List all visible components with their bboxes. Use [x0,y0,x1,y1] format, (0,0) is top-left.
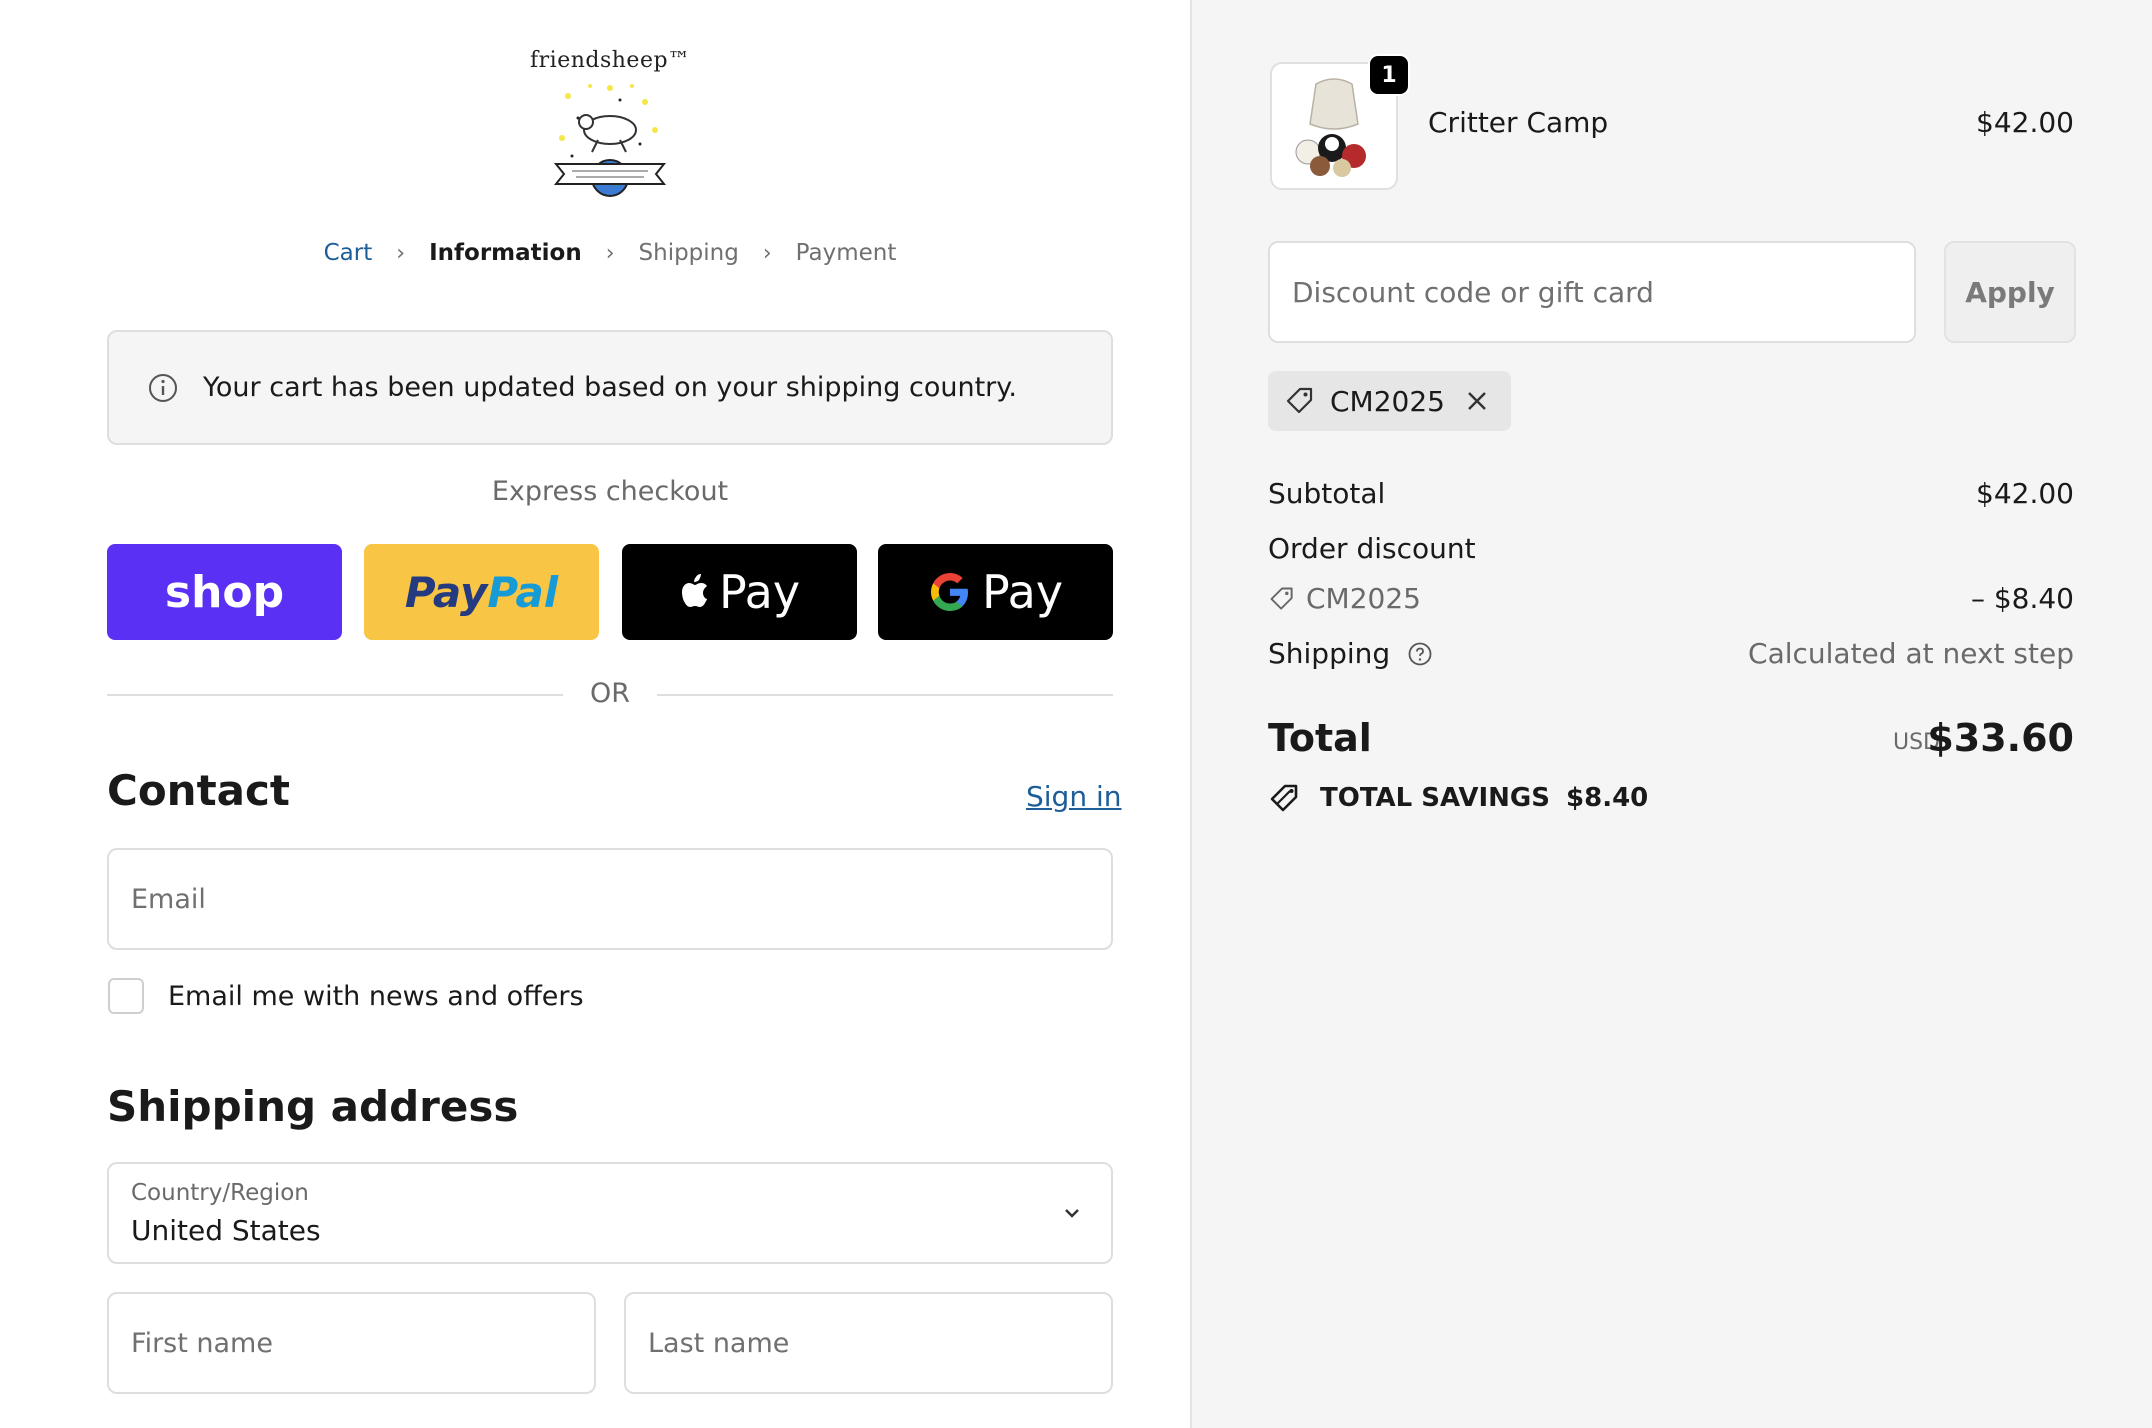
order-discount-code: CM2025 [1268,582,1421,615]
order-summary-panel: 1 Critter Camp $42.00 Apply CM2025 Subto… [1190,0,2152,1428]
paypal-label-pay: Pay [404,567,488,617]
info-icon [149,373,177,402]
shipping-value: Calculated at next step [1748,637,2074,670]
applied-discount-chip: CM2025 [1268,371,1511,431]
store-logo[interactable]: friendsheep™ [530,48,690,208]
quantity-badge: 1 [1368,54,1410,96]
sign-in-link[interactable]: Sign in [1026,780,1122,813]
last-name-field[interactable] [624,1292,1113,1394]
first-name-field[interactable] [107,1292,596,1394]
item-name: Critter Camp [1428,106,1609,139]
breadcrumb-information: Information [429,240,582,266]
breadcrumb-shipping: Shipping [638,240,739,266]
shipping-row-label: Shipping [1268,637,1433,670]
or-divider: OR [107,676,1113,716]
apple-pay-button[interactable]: Pay [622,544,857,640]
chevron-right-icon: › [605,240,615,266]
help-icon[interactable] [1407,641,1433,667]
sheep-globe-logo-icon [553,84,667,197]
shipping-address-heading: Shipping address [107,1082,519,1131]
total-amount: $33.60 [1927,716,2074,760]
shop-pay-button[interactable]: shop [107,544,342,640]
shipping-label: Shipping [1268,637,1391,670]
apply-discount-button[interactable]: Apply [1944,241,2076,343]
paypal-button[interactable]: Pay Pal [364,544,599,640]
savings-tag-icon [1270,784,1298,812]
chevron-right-icon: › [762,240,772,266]
google-g-icon [930,573,968,611]
close-icon[interactable] [1463,387,1491,415]
google-pay-label: Pay [981,565,1064,619]
chevron-down-icon [1065,1209,1079,1218]
breadcrumb-cart[interactable]: Cart [324,240,373,266]
google-pay-button[interactable]: Pay [878,544,1113,640]
total-label: Total [1268,716,1372,760]
item-price: $42.00 [1976,106,2074,139]
or-text: OR [589,678,630,709]
breadcrumb-payment: Payment [795,240,897,266]
discount-code-input[interactable] [1268,241,1916,343]
order-discount-value: – $8.40 [1970,582,2074,615]
cart-updated-notice: Your cart has been updated based on your… [107,330,1113,445]
applied-code-text: CM2025 [1330,384,1445,418]
contact-heading: Contact [107,766,290,815]
country-label: Country/Region [131,1180,309,1206]
newsletter-label: Email me with news and offers [168,980,584,1012]
apple-pay-label: Pay [718,565,801,619]
express-checkout-label: Express checkout [491,476,729,507]
breadcrumb: Cart › Information › Shipping › Payment [0,240,1220,266]
apple-icon [681,574,707,607]
chevron-right-icon: › [396,240,406,266]
order-discount-label: Order discount [1268,532,1476,565]
logo-wordmark: friendsheep™ [530,48,691,73]
shop-pay-label: shop [164,566,285,618]
country-value: United States [131,1214,321,1247]
notice-text: Your cart has been updated based on your… [203,372,1017,403]
country-select[interactable]: Country/Region United States [107,1162,1113,1264]
newsletter-checkbox[interactable] [108,978,144,1014]
subtotal-label: Subtotal [1268,477,1386,510]
paypal-label-pal: Pal [487,567,559,617]
total-savings: TOTAL SAVINGS $8.40 [1268,780,1648,816]
newsletter-checkbox-row[interactable]: Email me with news and offers [108,978,584,1014]
checkout-form-column: friendsheep™ Cart › Information › Shippi… [0,0,1190,1428]
email-field[interactable] [107,848,1113,950]
savings-label: TOTAL SAVINGS [1320,783,1551,813]
savings-amount: $8.40 [1566,783,1649,813]
tag-icon [1286,387,1313,414]
subtotal-value: $42.00 [1976,477,2074,510]
order-discount-code-text: CM2025 [1306,582,1421,615]
tag-icon [1270,587,1293,610]
